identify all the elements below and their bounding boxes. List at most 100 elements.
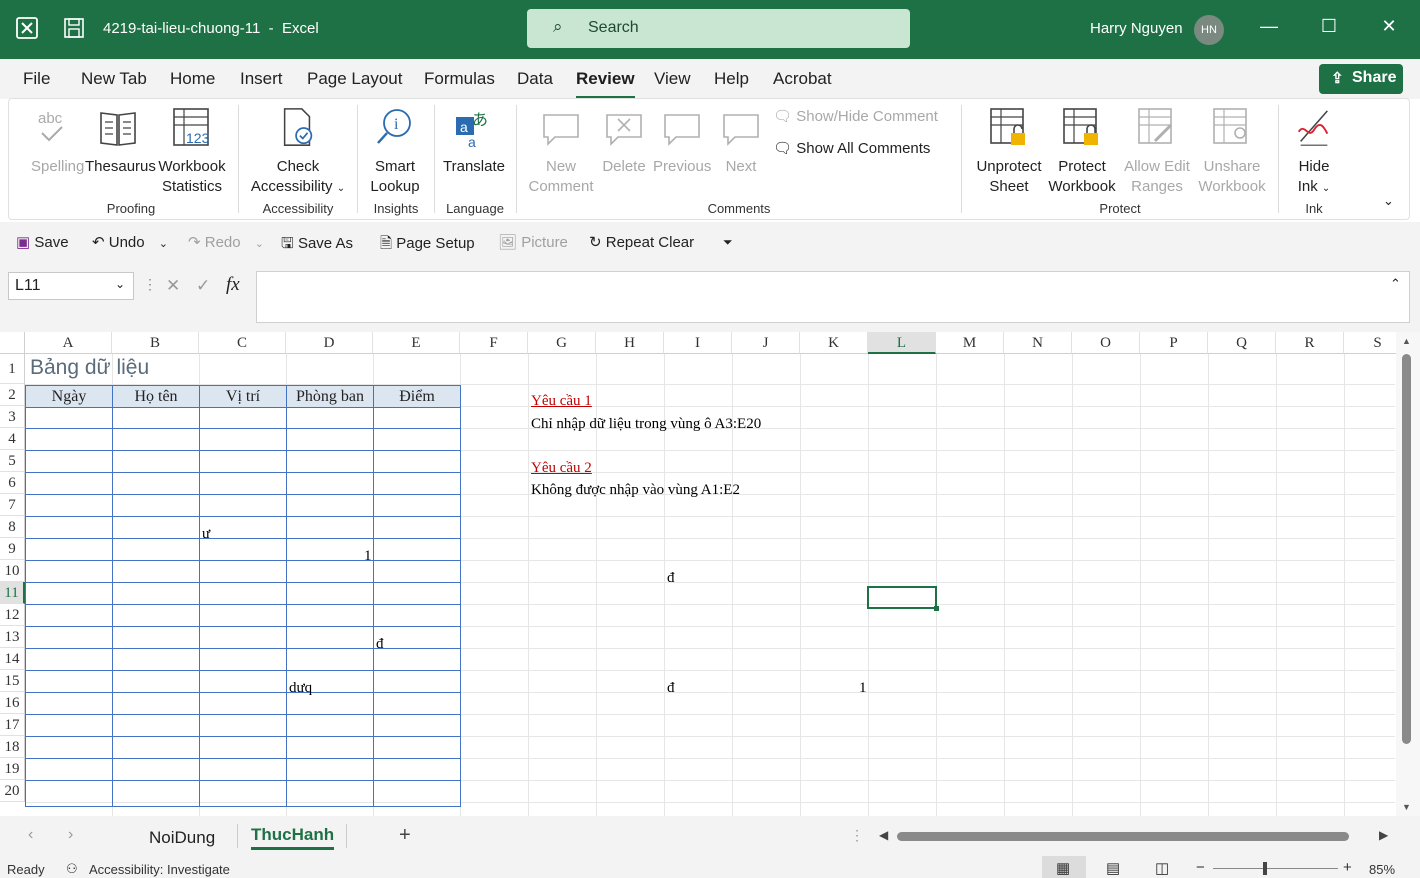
tab-formulas[interactable]: Formulas (424, 69, 495, 89)
row-header-16[interactable]: 16 (0, 692, 25, 714)
share-button[interactable]: ⇪ Share (1319, 64, 1403, 94)
cancel-icon[interactable]: ✕ (166, 276, 180, 296)
column-header-q[interactable]: Q (1208, 332, 1276, 354)
qat-repeat-clear-button[interactable]: ↻ Repeat Clear (589, 233, 694, 251)
column-header-a[interactable]: A (25, 332, 112, 354)
cell-a1-title[interactable]: Bảng dữ liệu (30, 356, 149, 380)
add-sheet-icon[interactable]: + (399, 824, 411, 847)
row-header-8[interactable]: 8 (0, 516, 25, 538)
zoom-slider-thumb[interactable] (1263, 862, 1267, 875)
column-header-g[interactable]: G (528, 332, 596, 354)
page-break-view-icon[interactable]: ◫ (1155, 859, 1169, 877)
tab-acrobat[interactable]: Acrobat (773, 69, 832, 89)
row-header-4[interactable]: 4 (0, 428, 25, 450)
prev-sheet-icon[interactable]: ‹ (28, 826, 33, 844)
column-header-c[interactable]: C (199, 332, 286, 354)
collapse-formula-bar-icon[interactable]: ⌃ (1390, 276, 1401, 292)
row-header-10[interactable]: 10 (0, 560, 25, 582)
column-header-n[interactable]: N (1004, 332, 1072, 354)
vertical-scroll-thumb[interactable] (1402, 354, 1411, 744)
unprotect-sheet-button[interactable]: Unprotect Sheet (972, 107, 1046, 197)
page-layout-view-icon[interactable]: ▤ (1106, 859, 1120, 877)
spelling-button[interactable]: abc Spelling (31, 107, 84, 177)
cell-k15[interactable]: 1 (859, 680, 867, 697)
column-header-d[interactable]: D (286, 332, 373, 354)
cell-i15[interactable]: đ (667, 680, 675, 697)
thesaurus-button[interactable]: Thesaurus (85, 107, 156, 177)
unshare-workbook-button[interactable]: Unshare Workbook (1196, 107, 1268, 197)
cell-g6-req2-text[interactable]: Không được nhập vào vùng A1:E2 (531, 482, 740, 499)
protect-workbook-button[interactable]: Protect Workbook (1046, 107, 1118, 197)
tab-file[interactable]: File (23, 69, 50, 89)
zoom-slider[interactable] (1213, 868, 1338, 869)
header-cell-phong-ban[interactable]: Phòng ban (286, 385, 374, 408)
row-header-12[interactable]: 12 (0, 604, 25, 626)
enter-icon[interactable]: ✓ (196, 276, 210, 296)
row-header-17[interactable]: 17 (0, 714, 25, 736)
show-all-comments-button[interactable]: 🗨 Show All Comments (773, 139, 930, 159)
avatar[interactable]: HN (1194, 15, 1224, 45)
cell-g2-req1-title[interactable]: Yêu cầu 1 (531, 393, 592, 410)
tab-home[interactable]: Home (170, 69, 215, 89)
search-box[interactable]: ⌕ Search (527, 9, 910, 48)
row-header-11[interactable]: 11 (0, 582, 25, 604)
customize-qat-icon[interactable]: ⏷ (723, 235, 733, 250)
splitter-icon[interactable]: ⋮ (850, 827, 864, 844)
row-header-6[interactable]: 6 (0, 472, 25, 494)
scroll-right-icon[interactable]: ▶ (1379, 828, 1388, 842)
row-header-15[interactable]: 15 (0, 670, 25, 692)
column-header-f[interactable]: F (460, 332, 528, 354)
chevron-down-icon[interactable]: ⌄ (159, 238, 168, 250)
horizontal-scroll-thumb[interactable] (897, 832, 1349, 841)
next-sheet-icon[interactable]: › (68, 826, 73, 844)
close-icon[interactable]: ✕ (1374, 16, 1404, 37)
column-header-o[interactable]: O (1072, 332, 1140, 354)
minimize-icon[interactable]: — (1254, 16, 1284, 37)
insert-function-button[interactable]: fx (226, 274, 240, 296)
qat-save-as-button[interactable]: 🖫 Save As (281, 233, 353, 258)
check-accessibility-button[interactable]: Check Accessibility ⌄ (249, 107, 347, 199)
column-header-h[interactable]: H (596, 332, 664, 354)
qat-picture-button[interactable]: 🖼 Picture (498, 233, 568, 251)
tab-page-layout[interactable]: Page Layout (307, 69, 402, 89)
row-header-13[interactable]: 13 (0, 626, 25, 648)
zoom-out-icon[interactable]: − (1196, 859, 1205, 876)
next-comment-button[interactable]: Next (721, 107, 761, 177)
chevron-down-icon[interactable]: ⌄ (115, 277, 125, 291)
zoom-level[interactable]: 85% (1369, 862, 1395, 877)
column-header-k[interactable]: K (800, 332, 868, 354)
sheet-tab-noidung[interactable]: NoiDung (149, 828, 215, 848)
allow-edit-ranges-button[interactable]: Allow Edit Ranges (1120, 107, 1194, 197)
zoom-in-icon[interactable]: + (1343, 859, 1352, 876)
cell-g3-req1-text[interactable]: Chỉ nhập dữ liệu trong vùng ô A3:E20 (531, 416, 761, 433)
header-cell-ngay[interactable]: Ngày (25, 385, 113, 408)
translate-button[interactable]: aあa Translate (441, 107, 507, 177)
scroll-down-icon[interactable]: ▼ (1402, 802, 1411, 812)
column-header-p[interactable]: P (1140, 332, 1208, 354)
cell-e13[interactable]: đ (376, 636, 384, 653)
row-header-19[interactable]: 19 (0, 758, 25, 780)
tab-review[interactable]: Review (576, 69, 635, 99)
tab-insert[interactable]: Insert (240, 69, 283, 89)
qat-page-setup-button[interactable]: 🗎 Page Setup (380, 233, 475, 258)
cell-d15[interactable]: dưq (289, 680, 312, 697)
tab-view[interactable]: View (654, 69, 691, 89)
qat-save-button[interactable]: ▣ Save (16, 233, 69, 251)
workbook-statistics-button[interactable]: 123 Workbook Statistics (156, 107, 228, 197)
active-cell-l11[interactable] (867, 586, 939, 611)
header-cell-vi-tri[interactable]: Vị trí (199, 385, 287, 408)
column-header-b[interactable]: B (112, 332, 199, 354)
cell-c8[interactable]: ư (202, 526, 210, 543)
previous-comment-button[interactable]: Previous (653, 107, 711, 177)
row-header-3[interactable]: 3 (0, 406, 25, 428)
select-all-corner[interactable] (0, 332, 25, 354)
cell-g5-req2-title[interactable]: Yêu cầu 2 (531, 460, 592, 477)
scroll-up-icon[interactable]: ▲ (1402, 336, 1411, 346)
cell-d9[interactable]: 1 (364, 548, 372, 565)
show-hide-comment-button[interactable]: 🗨 Show/Hide Comment (773, 107, 938, 127)
maximize-icon[interactable]: ☐ (1314, 16, 1344, 37)
worksheet-grid[interactable]: ABCDEFGHIJKLMNOPQRS 1 2 3 4 5 6 7 8 9 10 11 12 13 14 1… (0, 332, 1420, 816)
column-header-l[interactable]: L (868, 332, 936, 354)
header-cell-ho-ten[interactable]: Họ tên (112, 385, 200, 408)
tab-help[interactable]: Help (714, 69, 749, 89)
